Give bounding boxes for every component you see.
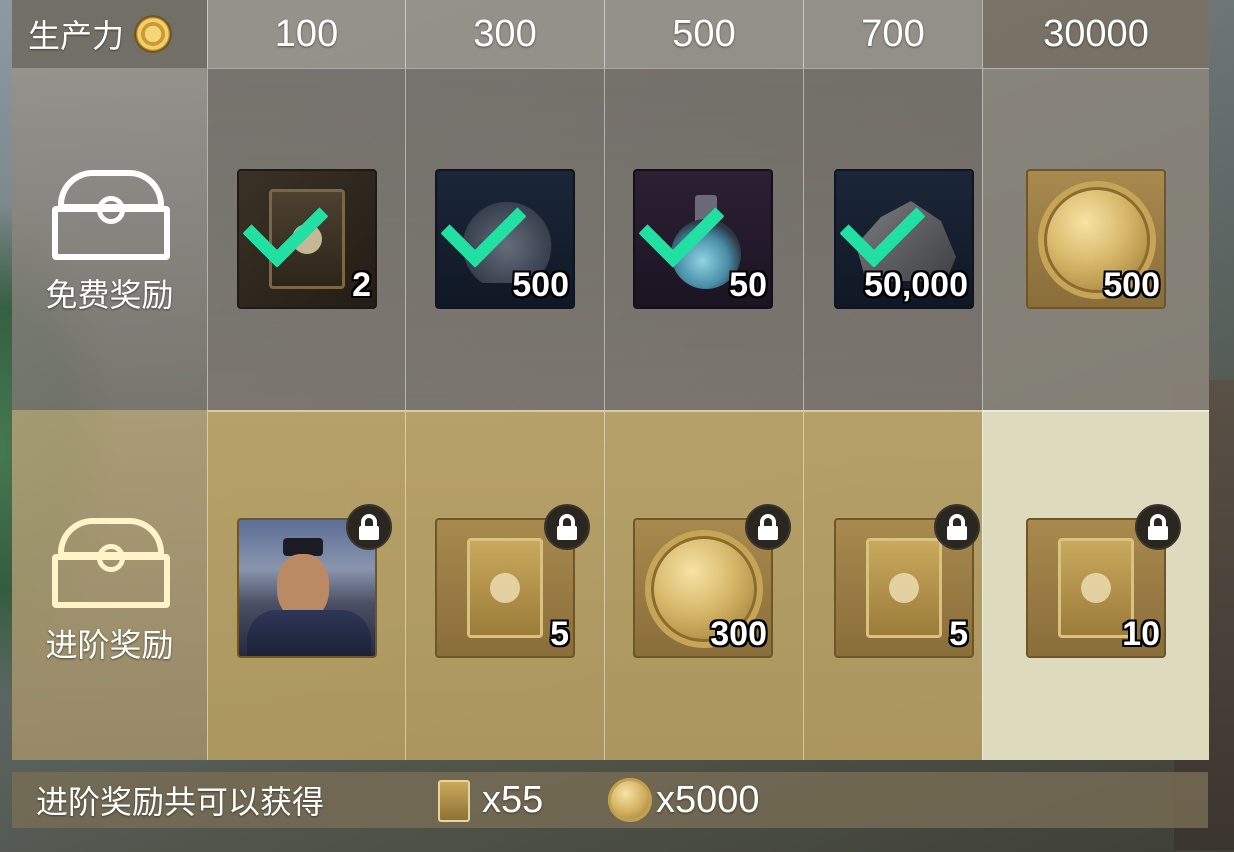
card-icon <box>438 780 470 822</box>
card-shape <box>467 538 543 638</box>
reward-quantity: 500 <box>1103 266 1160 304</box>
threshold-header: 500 <box>604 0 803 68</box>
reward-quantity: 50,000 <box>864 266 968 304</box>
advanced-total-label: 进阶奖励共可以获得 <box>36 784 325 820</box>
reward-quantity: 300 <box>710 615 767 653</box>
free-reward-cell[interactable]: 500 <box>982 68 1209 410</box>
lock-icon <box>745 504 791 550</box>
reward-quantity: 2 <box>352 266 371 304</box>
productivity-header: 生产力 <box>12 0 207 68</box>
gear-icon <box>134 15 173 53</box>
advanced-chest-icon <box>52 518 170 610</box>
lock-icon <box>346 504 392 550</box>
lock-icon <box>1135 504 1181 550</box>
threshold-value: 300 <box>473 12 537 55</box>
advanced-reward-row-header: 进阶奖励 <box>12 410 207 760</box>
advanced-total-bar: 进阶奖励共可以获得 x55 x5000 <box>12 772 1208 828</box>
card-total-value: x55 <box>482 778 544 821</box>
threshold-value: 500 <box>672 12 736 55</box>
reward-quantity: 5 <box>949 615 968 653</box>
free-reward-cell[interactable]: 500 <box>405 68 604 410</box>
potion-icon[interactable]: 50 <box>633 169 773 309</box>
free-reward-cell[interactable]: 50,000 <box>803 68 982 410</box>
threshold-header: 700 <box>803 0 982 68</box>
advanced-reward-cell[interactable]: 5 <box>803 410 982 760</box>
threshold-header: 100 <box>207 0 405 68</box>
threshold-value: 30000 <box>1043 12 1149 55</box>
lock-icon <box>934 504 980 550</box>
reward-quantity: 5 <box>550 615 569 653</box>
free-reward-cell[interactable]: 50 <box>604 68 803 410</box>
reward-quantity: 500 <box>512 266 569 304</box>
threshold-header: 30000 <box>982 0 1209 68</box>
advanced-reward-cell[interactable]: 300 <box>604 410 803 760</box>
free-reward-label: 免费奖励 <box>45 277 174 313</box>
threshold-header: 300 <box>405 0 604 68</box>
advanced-reward-cell[interactable] <box>207 410 405 760</box>
coin-total-value: x5000 <box>656 778 760 821</box>
card-shape <box>866 538 942 638</box>
free-reward-cell[interactable]: 2 <box>207 68 405 410</box>
coin-icon <box>608 778 652 822</box>
advanced-reward-label: 进阶奖励 <box>45 627 174 663</box>
productivity-label: 生产力 <box>28 18 125 54</box>
card-icon[interactable]: 2 <box>237 169 377 309</box>
lock-icon <box>544 504 590 550</box>
badge-icon[interactable]: 500 <box>435 169 575 309</box>
reward-quantity: 10 <box>1122 615 1160 653</box>
threshold-value: 100 <box>274 12 339 55</box>
reward-table: 生产力 100 300 500 700 30000 免费奖励 进阶奖励 2 50… <box>12 0 1209 760</box>
free-chest-icon <box>52 170 170 262</box>
ore-icon[interactable]: 50,000 <box>834 169 974 309</box>
coin-icon[interactable]: 500 <box>1026 169 1166 309</box>
reward-quantity: 50 <box>729 266 767 304</box>
advanced-reward-cell[interactable]: 5 <box>405 410 604 760</box>
advanced-reward-cell[interactable]: 10 <box>982 410 1209 760</box>
threshold-value: 700 <box>861 12 925 55</box>
free-reward-row-header: 免费奖励 <box>12 68 207 410</box>
